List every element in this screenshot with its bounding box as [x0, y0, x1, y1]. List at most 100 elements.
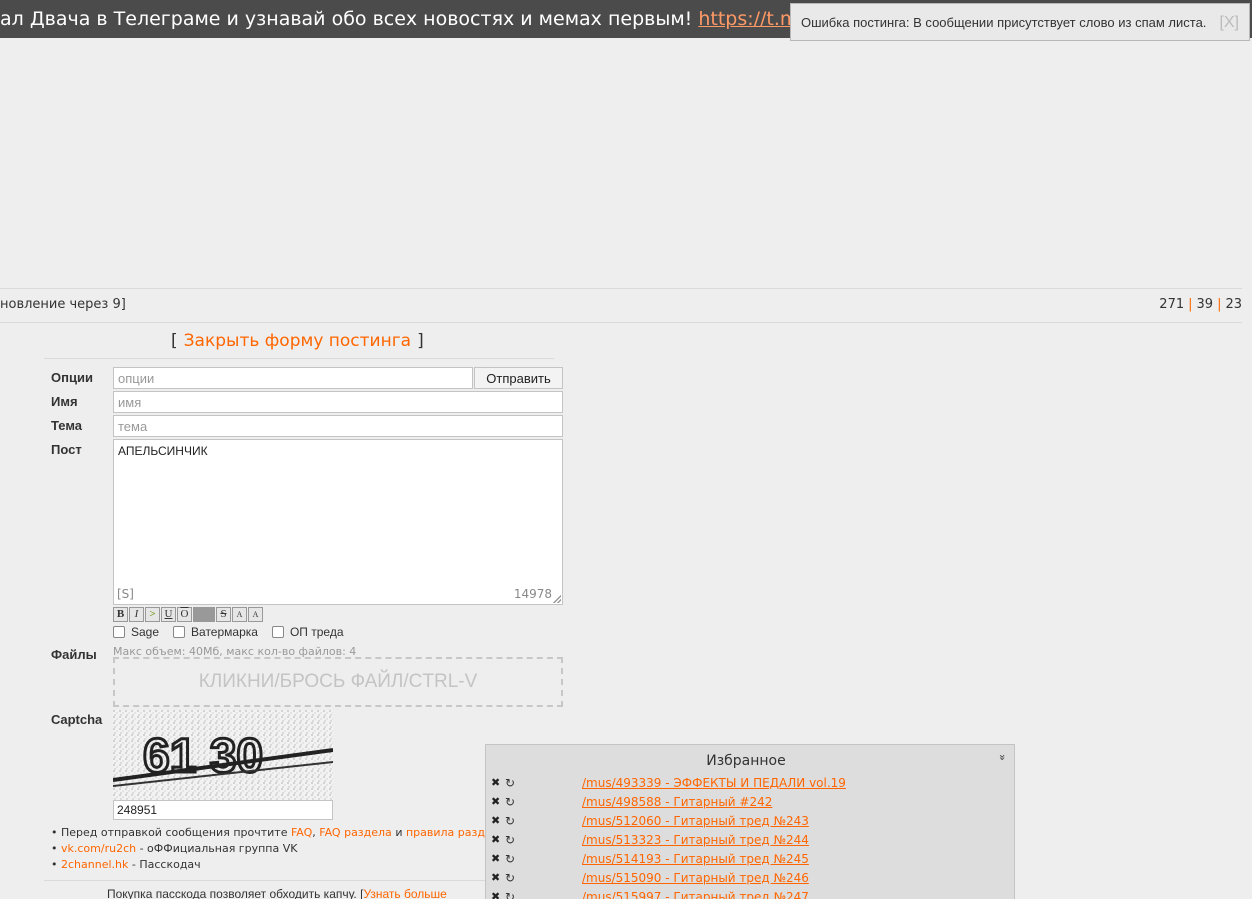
spoiler-tag: [S]: [117, 587, 134, 601]
post-text: АПЕЛЬСИНЧИК: [118, 444, 208, 458]
rules-line-vk: • vk.com/ru2ch - оФФициальная группа VK: [51, 841, 492, 857]
files-label: Файлы: [51, 647, 97, 662]
favorite-link[interactable]: /mus/493339 - ЭФФЕКТЫ И ПЕДАЛИ vol.19: [582, 776, 846, 790]
stat-sep: |: [1217, 297, 1222, 312]
collapse-icon[interactable]: »: [996, 754, 1009, 761]
post-options-checkboxes: Sage Ватермарка ОП треда: [113, 625, 358, 639]
remove-icon[interactable]: ✖: [491, 776, 505, 789]
quote-button[interactable]: >: [145, 607, 160, 622]
name-label: Имя: [51, 394, 78, 409]
favorite-link[interactable]: /mus/514193 - Гитарный тред №245: [582, 852, 809, 866]
passcode-info: Покупка пасскода позволяет обходить капч…: [107, 887, 447, 899]
op-checkbox[interactable]: [271, 626, 284, 638]
stat-posters: 23: [1225, 297, 1242, 312]
resize-handle[interactable]: [553, 595, 561, 603]
rules-line-faq: • Перед отправкой сообщения прочтите FAQ…: [51, 825, 492, 841]
watermark-option[interactable]: Ватермарка: [173, 625, 258, 639]
send-button[interactable]: Отправить: [474, 367, 563, 389]
remove-icon[interactable]: ✖: [491, 814, 505, 827]
post-textarea[interactable]: АПЕЛЬСИНЧИК [S] 14978: [113, 439, 563, 605]
close-form-toggle: [Закрыть форму постинга]: [171, 331, 424, 351]
bullet: •: [51, 858, 58, 871]
bullet: •: [51, 842, 58, 855]
divider-top: [0, 288, 1242, 289]
favorites-title: Избранное: [706, 753, 786, 769]
overline-button[interactable]: O: [177, 607, 192, 622]
thread-stats: 271 | 39 | 23: [1159, 297, 1242, 312]
form-divider: [44, 358, 554, 359]
captcha-image: 61 30: [113, 710, 333, 800]
passcode-text: - Пасскодач: [128, 858, 201, 871]
subject-input[interactable]: [113, 415, 563, 437]
banner-link[interactable]: https://t.m: [698, 8, 798, 30]
sage-label: Sage: [131, 625, 160, 639]
favorite-link[interactable]: /mus/515997 - Гитарный тред №247: [582, 890, 809, 899]
posting-rules: • Перед отправкой сообщения прочтите FAQ…: [51, 825, 492, 873]
toast-message: Ошибка постинга: В сообщении присутствуе…: [801, 15, 1207, 30]
favorite-link[interactable]: /mus/498588 - Гитарный #242: [582, 795, 772, 809]
options-input[interactable]: [113, 367, 473, 389]
stat-posts: 271: [1159, 297, 1185, 312]
banner-text: ал Двача в Телеграме и узнавай обо всех …: [0, 8, 699, 30]
close-form-link[interactable]: Закрыть форму постинга: [178, 331, 417, 351]
rules-link[interactable]: правила разде: [406, 826, 492, 839]
refresh-icon[interactable]: ↻: [505, 814, 519, 828]
strike-button[interactable]: S: [216, 607, 231, 622]
remove-icon[interactable]: ✖: [491, 852, 505, 865]
sage-option[interactable]: Sage: [113, 625, 159, 639]
faq-link[interactable]: FAQ: [291, 826, 312, 839]
char-counter: 14978: [513, 587, 552, 601]
passcode-learn-more-link[interactable]: Узнать больше: [363, 887, 446, 899]
file-dropzone[interactable]: КЛИКНИ/БРОСЬ ФАЙЛ/CTRL-V: [113, 657, 563, 707]
favorite-item: ✖ ↻ /mus/514193 - Гитарный тред №245: [486, 849, 1014, 868]
post-label: Пост: [51, 442, 82, 457]
superscript-button[interactable]: A: [232, 607, 247, 622]
watermark-label: Ватермарка: [191, 625, 258, 639]
refresh-icon[interactable]: ↻: [505, 795, 519, 809]
stat-files: 39: [1196, 297, 1214, 312]
divider-bottom: [0, 322, 1242, 323]
refresh-icon[interactable]: ↻: [505, 776, 519, 790]
favorite-item: ✖ ↻ /mus/513323 - Гитарный тред №244: [486, 830, 1014, 849]
comma: ,: [312, 826, 316, 839]
name-input[interactable]: [113, 391, 563, 413]
refresh-icon[interactable]: ↻: [505, 890, 519, 899]
refresh-icon[interactable]: ↻: [505, 852, 519, 866]
watermark-checkbox[interactable]: [173, 626, 186, 638]
remove-icon[interactable]: ✖: [491, 871, 505, 884]
remove-icon[interactable]: ✖: [491, 833, 505, 846]
passcode-site-link[interactable]: 2channel.hk: [61, 858, 128, 871]
posting-error-toast: Ошибка постинга: В сообщении присутствуе…: [790, 3, 1250, 41]
subject-label: Тема: [51, 418, 83, 433]
vk-link[interactable]: vk.com/ru2ch: [61, 842, 136, 855]
refresh-icon[interactable]: ↻: [505, 871, 519, 885]
autoupdate-status: новление через 9]: [0, 297, 126, 312]
favorite-link[interactable]: /mus/512060 - Гитарный тред №243: [582, 814, 809, 828]
captcha-input[interactable]: 248951: [113, 800, 333, 820]
favorite-item: ✖ ↻ /mus/498588 - Гитарный #242: [486, 792, 1014, 811]
favorite-item: ✖ ↻ /mus/515997 - Гитарный тред №247: [486, 887, 1014, 899]
options-label: Опции: [51, 370, 93, 385]
vk-text: - оФФициальная группа VK: [136, 842, 298, 855]
rules-line-passcode: • 2channel.hk - Пасскодач: [51, 857, 492, 873]
favorite-link[interactable]: /mus/513323 - Гитарный тред №244: [582, 833, 809, 847]
op-label: ОП треда: [289, 625, 344, 639]
bold-button[interactable]: B: [113, 607, 128, 622]
underline-button[interactable]: U: [161, 607, 176, 622]
refresh-icon[interactable]: ↻: [505, 833, 519, 847]
favorite-link[interactable]: /mus/515090 - Гитарный тред №246: [582, 871, 809, 885]
toast-close-button[interactable]: [X]: [1219, 10, 1239, 36]
captcha-label: Captcha: [51, 712, 103, 727]
bullet: •: [51, 826, 58, 839]
faq-section-link[interactable]: FAQ раздела: [319, 826, 392, 839]
remove-icon[interactable]: ✖: [491, 890, 505, 899]
passcode-text: Покупка пасскода позволяет обходить капч…: [107, 887, 364, 899]
bracket-close: ]: [417, 331, 424, 351]
subscript-button[interactable]: A: [248, 607, 263, 622]
op-option[interactable]: ОП треда: [271, 625, 344, 639]
italic-button[interactable]: I: [129, 607, 144, 622]
spoiler-button[interactable]: [193, 607, 215, 622]
sage-checkbox[interactable]: [113, 626, 125, 638]
rules-text: Перед отправкой сообщения прочтите: [61, 826, 288, 839]
remove-icon[interactable]: ✖: [491, 795, 505, 808]
